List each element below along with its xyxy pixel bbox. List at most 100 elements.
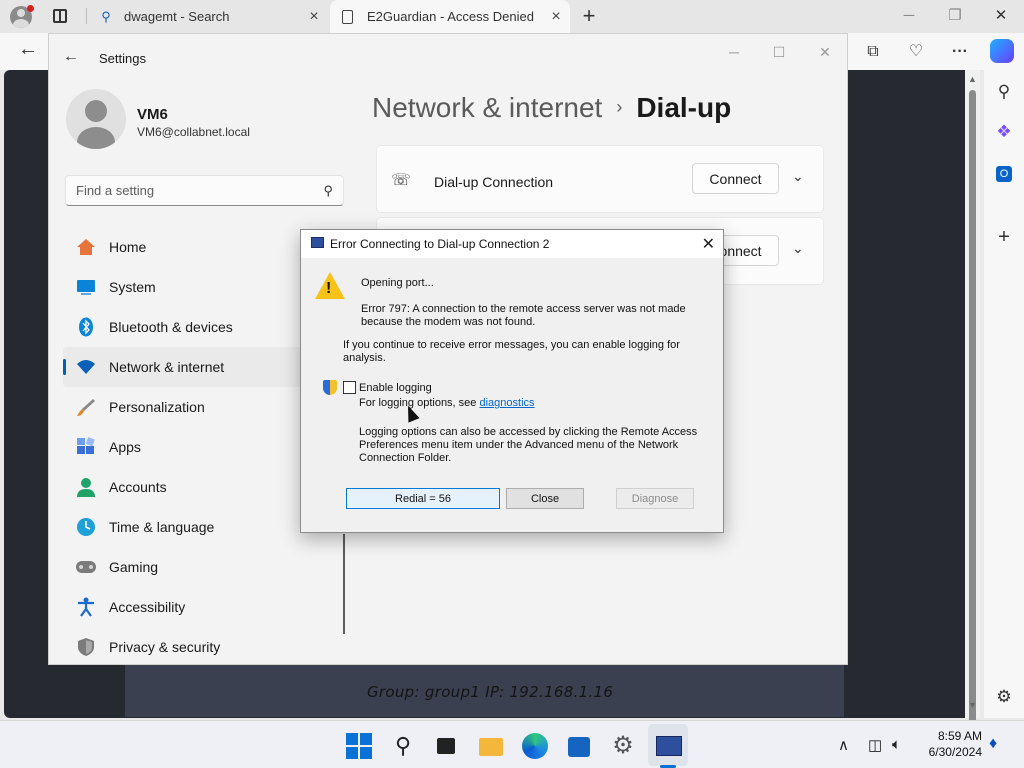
clock[interactable]: 8:59 AM 6/30/2024 — [920, 728, 982, 760]
warning-mark: ! — [326, 280, 332, 297]
logging-prefix: For logging options, see — [359, 397, 477, 409]
settings-close-button[interactable]: ✕ — [805, 38, 845, 66]
sidebar-item-home[interactable]: Home — [63, 227, 303, 267]
volume-icon[interactable]: 🔈︎ — [892, 736, 901, 753]
taskbar-search-icon[interactable]: ⚲ — [390, 733, 416, 759]
tab-title: dwagemt - Search — [124, 9, 230, 24]
notification-bell-icon[interactable]: ♦ — [989, 735, 997, 753]
sidebar-item-privacy[interactable]: Privacy & security — [63, 627, 303, 664]
dialog-titlebar[interactable]: Error Connecting to Dial-up Connection 2… — [301, 230, 723, 258]
enable-logging-checkbox[interactable] — [343, 381, 356, 394]
start-icon[interactable] — [346, 733, 372, 759]
sidebar-item-accessibility[interactable]: Accessibility — [63, 587, 303, 627]
sidebar-item-network[interactable]: Network & internet — [63, 347, 303, 387]
connection-name: Dial-up Connection — [434, 174, 554, 190]
edge-icon[interactable] — [522, 733, 548, 759]
settings-app-icon[interactable]: ⚙ — [610, 733, 636, 759]
minimize-button[interactable]: ─ — [886, 2, 932, 30]
browser-tab-bar: ⚲ dwagemt - Search × E2Guardian - Access… — [0, 0, 1024, 33]
tray-chevron-icon[interactable]: ∧ — [838, 736, 849, 754]
collections-icon[interactable]: ⧉ — [860, 39, 886, 65]
sidebar-item-system[interactable]: System — [63, 267, 303, 307]
sidebar-item-apps[interactable]: Apps — [63, 427, 303, 467]
clock-date: 6/30/2024 — [928, 745, 982, 759]
copilot-icon[interactable] — [990, 39, 1014, 63]
clock-time: 8:59 AM — [937, 729, 982, 743]
store-icon[interactable] — [566, 733, 592, 759]
connect-button[interactable]: Connect — [692, 163, 779, 194]
settings-back-button[interactable]: ← — [63, 48, 79, 66]
error-text-line1: Error 797: A connection to the remote ac… — [361, 303, 686, 315]
sidebar-item-time-language[interactable]: Time & language — [63, 507, 303, 547]
tab-close-icon[interactable]: × — [542, 8, 570, 26]
settings-title: Settings — [99, 51, 146, 66]
tab-separator — [86, 8, 87, 24]
tab-search[interactable]: ⚲ dwagemt - Search × — [88, 0, 328, 33]
home-icon — [75, 236, 97, 258]
dialup-connection-card[interactable]: ☏ Dial-up Connection Connect ⌄ — [376, 145, 824, 213]
chevron-down-icon[interactable]: ⌄ — [792, 240, 804, 257]
task-view-icon[interactable] — [434, 733, 460, 759]
options-text-line3: Connection Folder. — [359, 452, 452, 464]
info-text-line2: analysis. — [343, 352, 386, 364]
dialup-icon: ☏ — [391, 172, 412, 189]
tab-title: E2Guardian - Access Denied — [367, 9, 534, 24]
close-button[interactable]: Close — [506, 488, 584, 509]
scroll-down-icon[interactable]: ▼ — [966, 700, 979, 710]
close-window-button[interactable]: ✕ — [978, 2, 1024, 30]
sidebar-settings-icon[interactable]: ⚙ — [992, 685, 1016, 709]
scroll-up-icon[interactable]: ▲ — [966, 74, 979, 84]
sidebar-search-icon[interactable]: ⚲ — [992, 80, 1016, 104]
avatar[interactable] — [66, 89, 126, 149]
page-title: Dial-up — [636, 92, 732, 123]
sidebar-item-bluetooth[interactable]: Bluetooth & devices — [63, 307, 303, 347]
breadcrumb-parent[interactable]: Network & internet — [372, 92, 602, 123]
settings-maximize-button[interactable]: ☐ — [759, 38, 799, 66]
redial-button[interactable]: Redial = 56 — [346, 488, 500, 509]
network-tray-icon[interactable]: ◫ — [868, 736, 882, 754]
file-explorer-icon[interactable] — [478, 733, 504, 759]
breadcrumb: Network & internet › Dial-up — [372, 92, 731, 124]
options-text-line2: Preferences menu item under the Advanced… — [359, 439, 679, 451]
search-icon: ⚲ — [323, 183, 333, 198]
status-text: Opening port... — [361, 277, 434, 289]
sidebar-item-label: Time & language — [109, 519, 215, 535]
restore-button[interactable]: ❐ — [932, 2, 978, 30]
performance-icon[interactable]: ♡ — [903, 39, 929, 65]
settings-nav: Home System Bluetooth & devices Network … — [63, 227, 303, 664]
sidebar-item-personalization[interactable]: Personalization — [63, 387, 303, 427]
search-icon: ⚲ — [101, 8, 111, 24]
scroll-thumb[interactable] — [969, 90, 976, 730]
page-scrollbar[interactable]: ▲ ▼ — [965, 70, 980, 730]
settings-minimize-button[interactable]: ─ — [714, 38, 754, 66]
diagnostics-link[interactable]: diagnostics — [479, 397, 534, 409]
settings-search-input[interactable] — [76, 183, 306, 198]
sidebar-copilot-icon[interactable]: ❖ — [992, 120, 1016, 144]
tab-access-denied[interactable]: E2Guardian - Access Denied × — [330, 0, 570, 33]
browser-back-button[interactable]: ← — [16, 38, 40, 64]
chevron-down-icon[interactable]: ⌄ — [792, 168, 804, 185]
outlook-icon[interactable]: O — [992, 160, 1016, 184]
sidebar-item-label: Accessibility — [109, 599, 186, 615]
notification-dot — [27, 5, 34, 12]
user-name: VM6 — [137, 106, 168, 123]
shield-icon — [75, 636, 97, 658]
sidebar-item-label: Accounts — [109, 479, 167, 495]
sidebar-item-accounts[interactable]: Accounts — [63, 467, 303, 507]
sidebar-item-label: Bluetooth & devices — [109, 319, 233, 335]
tab-close-icon[interactable]: × — [300, 8, 328, 26]
info-text-line1: If you continue to receive error message… — [343, 339, 680, 351]
tab-actions-icon[interactable] — [53, 9, 67, 23]
browser-sidebar: ⚲ ❖ O + ⚙ — [984, 70, 1024, 718]
brush-icon — [75, 396, 97, 418]
add-icon[interactable]: + — [992, 225, 1016, 249]
sidebar-item-gaming[interactable]: Gaming — [63, 547, 303, 587]
remote-desktop-icon[interactable] — [655, 733, 682, 759]
sidebar-item-label: Network & internet — [109, 359, 225, 375]
new-tab-button[interactable]: + — [577, 3, 601, 29]
account-icon — [75, 476, 97, 498]
settings-search-box[interactable]: ⚲ — [65, 175, 344, 206]
enable-logging-label[interactable]: Enable logging — [359, 382, 432, 395]
dialog-close-icon[interactable]: ✕ — [702, 234, 715, 254]
more-icon[interactable]: ··· — [947, 39, 973, 65]
